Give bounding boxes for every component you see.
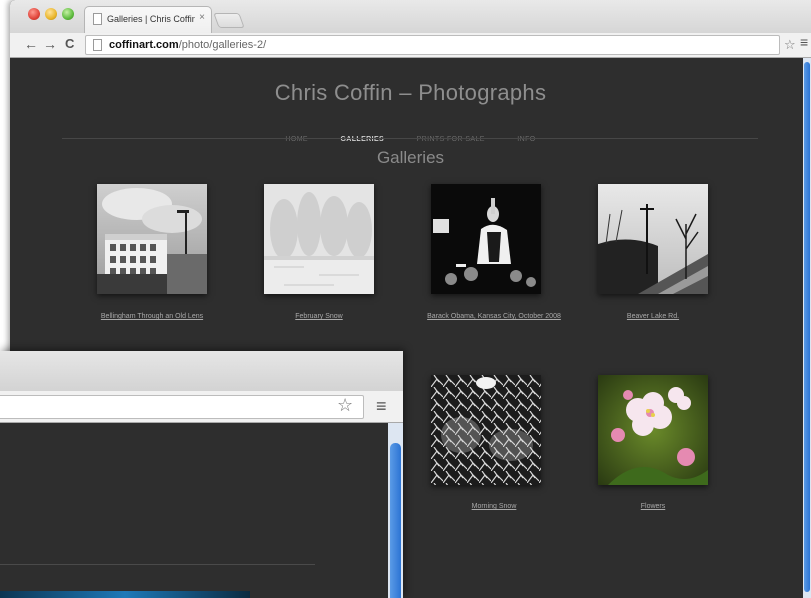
barack-obama-photo (431, 184, 541, 294)
menu-icon[interactable]: ≡ (800, 34, 808, 50)
february-snow-photo (264, 184, 374, 294)
new-tab-button[interactable] (213, 13, 245, 28)
second-window-divider (0, 564, 315, 565)
site-navigation: HOME GALLERIES PRINTS FOR SALE INFO (10, 128, 811, 146)
gallery-caption-morning-snow[interactable]: Morning Snow (419, 502, 569, 512)
site-title[interactable]: Chris Coffin – Photographs (10, 80, 811, 106)
gallery-thumbnail-beaver-lake-rd[interactable] (598, 184, 708, 294)
menu-icon[interactable]: ≡ (376, 396, 387, 417)
forward-arrow-icon[interactable]: → (43, 36, 57, 52)
address-bar[interactable]: coffinart.com/photo/galleries-2/ (85, 35, 780, 55)
gallery-caption-flowers[interactable]: Flowers (578, 502, 728, 512)
second-window-toolbar: ☆ ≡ (0, 391, 403, 423)
second-window-image-strip (0, 591, 250, 598)
page-icon (93, 39, 102, 51)
close-window-icon[interactable] (28, 8, 40, 20)
back-arrow-icon[interactable]: ← (24, 36, 38, 52)
section-heading: Galleries (376, 148, 445, 167)
gallery-thumbnail-morning-snow[interactable] (431, 375, 541, 485)
gallery-caption-bellingham[interactable]: Bellingham Through an Old Lens (77, 312, 227, 322)
zoom-window-icon[interactable] (62, 8, 74, 20)
beaver-lake-rd-photo (598, 184, 708, 294)
gallery-thumbnail-bellingham[interactable] (97, 184, 207, 294)
title-bar: Galleries | Chris Coffin – P × (10, 0, 811, 33)
tab-close-icon[interactable]: × (199, 12, 205, 23)
nav-divider (62, 138, 758, 139)
url-domain: coffinart.com (109, 39, 179, 51)
second-window-viewport (0, 423, 403, 598)
scrollbar-thumb[interactable] (804, 62, 810, 592)
gallery-caption-beaver-lake-rd[interactable]: Beaver Lake Rd. (578, 312, 728, 322)
second-window-address-bar[interactable] (0, 395, 364, 419)
gallery-caption-february-snow[interactable]: February Snow (244, 312, 394, 322)
gallery-thumbnail-barack-obama[interactable] (431, 184, 541, 294)
document-icon (93, 13, 102, 25)
gallery-thumbnail-flowers[interactable] (598, 375, 708, 485)
gallery-thumbnail-february-snow[interactable] (264, 184, 374, 294)
morning-snow-photo (431, 375, 541, 485)
second-browser-window: ☆ ≡ (0, 351, 403, 598)
reload-icon[interactable]: C (65, 36, 74, 52)
bellingham-photo (97, 184, 207, 294)
second-window-title-bar (0, 351, 403, 391)
tab-title: Galleries | Chris Coffin – P (107, 14, 195, 24)
second-window-scrollbar[interactable] (388, 423, 403, 598)
browser-toolbar: ← → C coffinart.com/photo/galleries-2/ ☆… (10, 33, 811, 58)
vertical-scrollbar[interactable] (803, 58, 811, 598)
url-text[interactable]: coffinart.com/photo/galleries-2/ (109, 39, 266, 51)
url-path: /photo/galleries-2/ (178, 39, 267, 51)
browser-tab[interactable]: Galleries | Chris Coffin – P × (84, 6, 212, 33)
second-window-scrollbar-thumb[interactable] (390, 443, 401, 598)
flowers-photo (598, 375, 708, 485)
bookmark-star-icon[interactable]: ☆ (784, 37, 796, 53)
minimize-window-icon[interactable] (45, 8, 57, 20)
gallery-caption-barack-obama[interactable]: Barack Obama, Kansas City, October 2008 (419, 312, 569, 322)
bookmark-star-icon[interactable]: ☆ (337, 395, 353, 416)
